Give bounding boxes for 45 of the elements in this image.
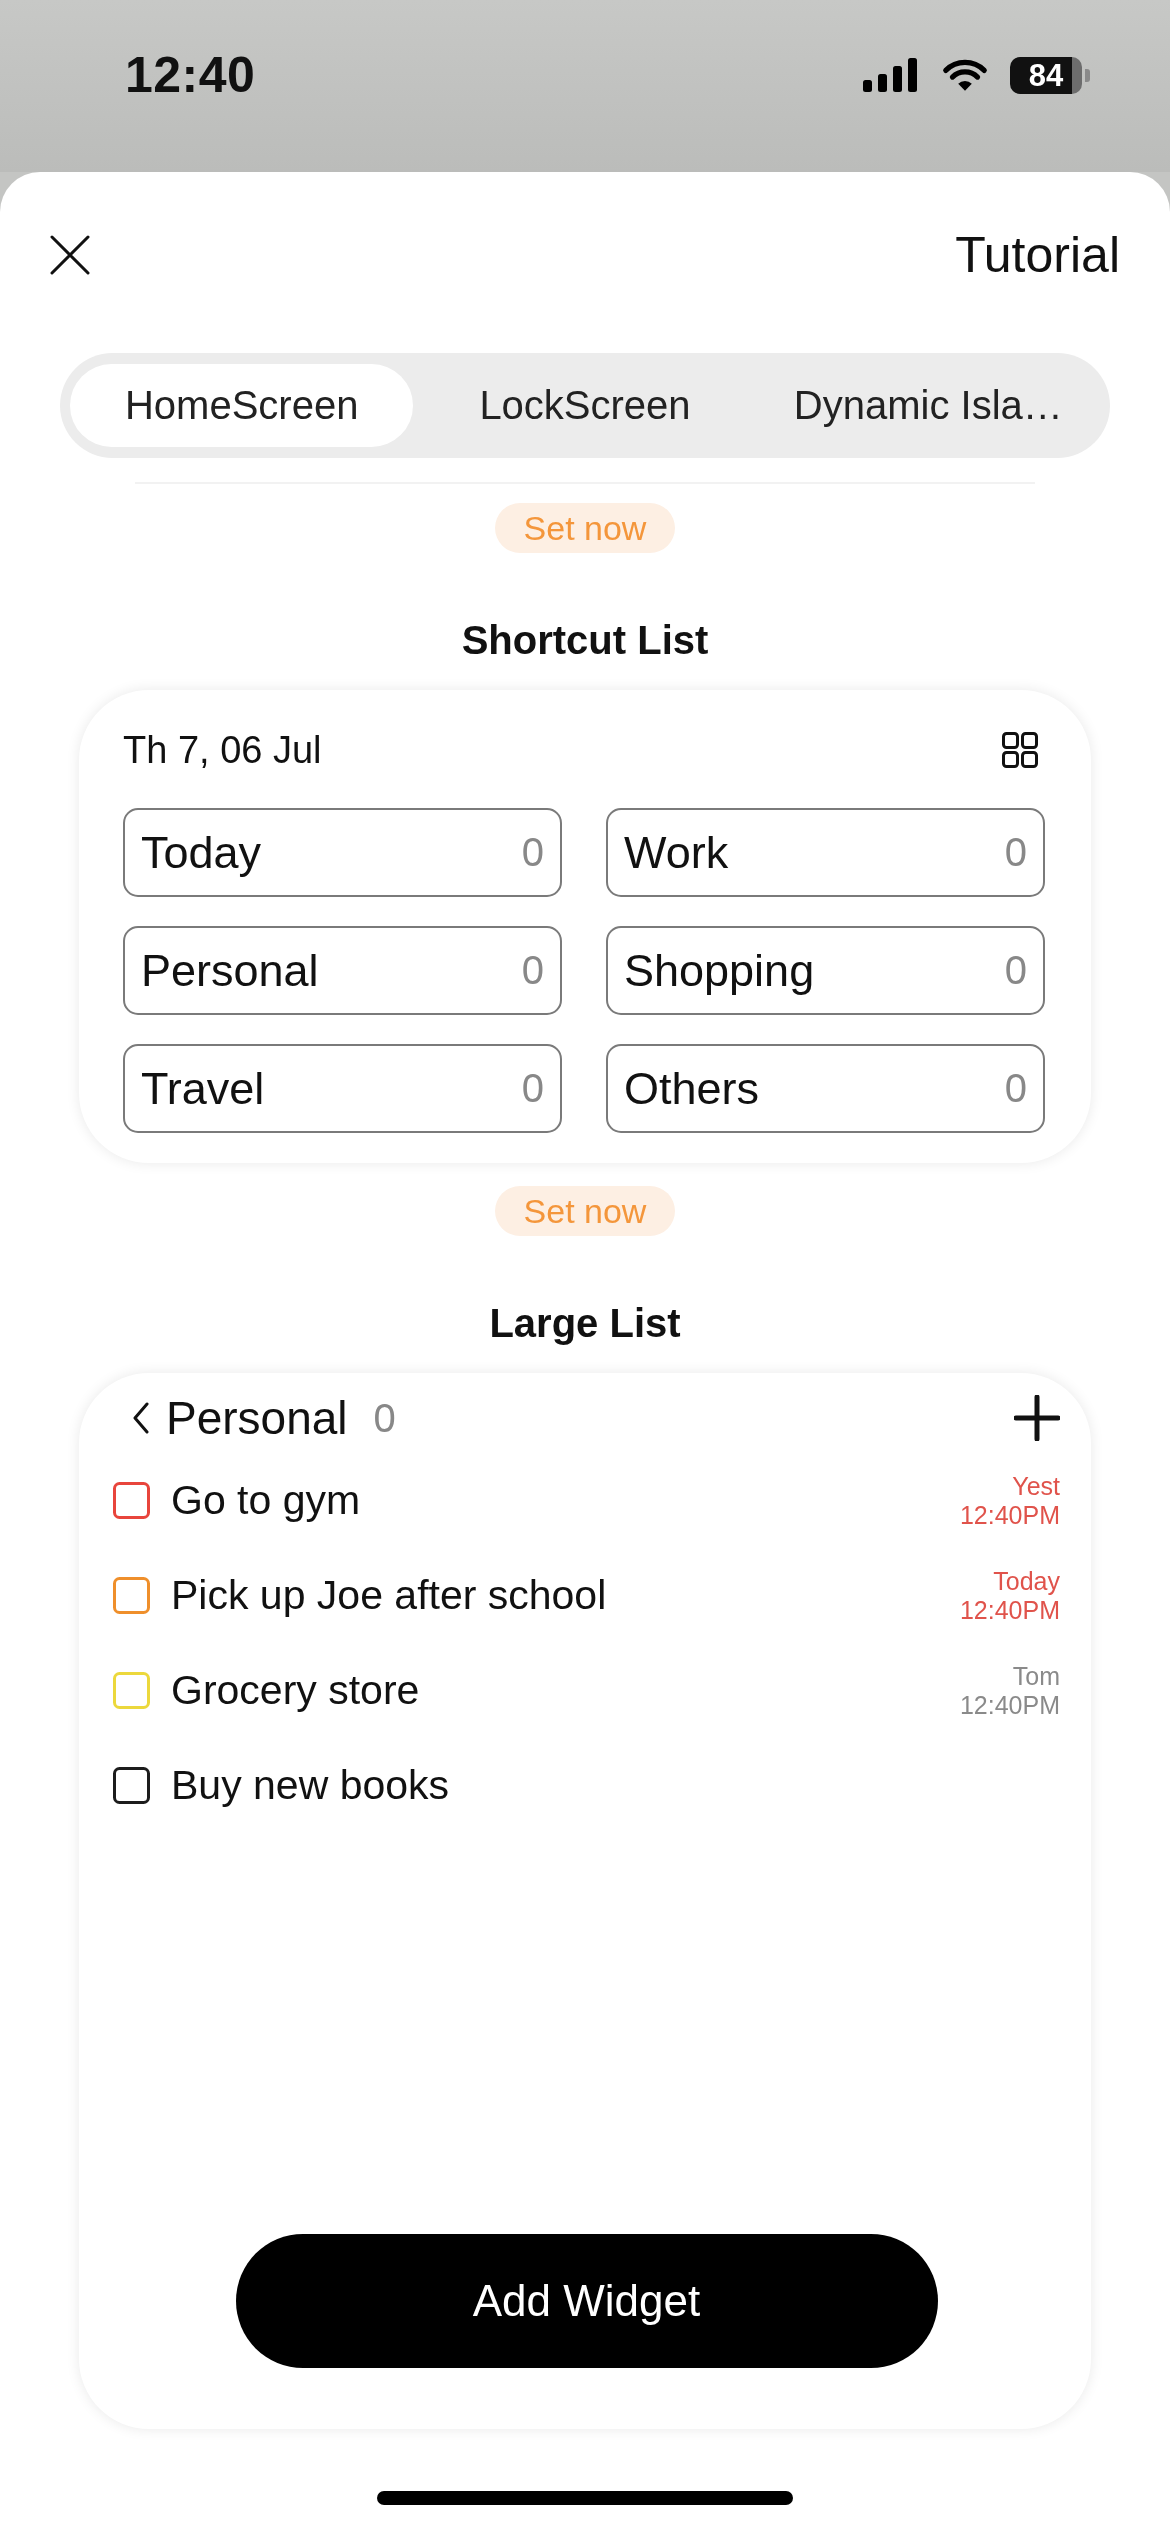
due-time: 12:40PM [959, 1595, 1060, 1625]
add-task-button[interactable] [1014, 1395, 1060, 1441]
item-count: 0 [1004, 830, 1027, 875]
item-count: 0 [1004, 1066, 1027, 1111]
list-count: 0 [373, 1395, 396, 1441]
due-day: Yest [1012, 1471, 1060, 1501]
grid-icon[interactable] [1002, 732, 1038, 768]
chevron-left-icon [132, 1402, 150, 1434]
task-checkbox[interactable] [113, 1767, 150, 1804]
item-count: 0 [521, 948, 544, 993]
item-count: 0 [521, 1066, 544, 1111]
status-time: 12:40 [125, 46, 256, 104]
due-time: 12:40PM [959, 1500, 1060, 1530]
task-checkbox[interactable] [113, 1577, 150, 1614]
shortcut-button[interactable]: Work 0 [606, 808, 1045, 897]
shortcut-button[interactable]: Travel 0 [123, 1044, 562, 1133]
due-time: 12:40PM [959, 1690, 1060, 1720]
plus-icon [1014, 1395, 1060, 1441]
task-title: Grocery store [171, 1667, 420, 1714]
tutorial-button[interactable]: Tutorial [955, 225, 1120, 285]
due-day: Today [993, 1566, 1060, 1596]
tab[interactable]: LockScreen [413, 364, 757, 447]
shortcut-button[interactable]: Others 0 [606, 1044, 1045, 1133]
shortcut-button[interactable]: Today 0 [123, 808, 562, 897]
section-title: Shortcut List [461, 617, 709, 664]
task-title: Go to gym [171, 1477, 361, 1524]
widget-date: Th 7, 06 Jul [123, 728, 322, 772]
item-count: 0 [521, 830, 544, 875]
section-title: Large List [489, 1300, 681, 1347]
tab[interactable]: Dynamic Isla… [756, 364, 1100, 447]
add-widget-button[interactable]: Add Widget [235, 2234, 938, 2368]
shortcut-button[interactable]: Personal 0 [123, 926, 562, 1015]
task-title: Buy new books [171, 1762, 450, 1809]
task-title: Pick up Joe after school [171, 1572, 607, 1619]
list-selector[interactable]: Personal [132, 1391, 348, 1445]
close-icon [50, 235, 90, 275]
item-count: 0 [1004, 948, 1027, 993]
signal-icon [862, 58, 920, 92]
close-button[interactable] [50, 235, 90, 275]
tab[interactable]: HomeScreen [70, 364, 414, 447]
task-checkbox[interactable] [113, 1482, 150, 1519]
due-day: Tom [1012, 1661, 1060, 1691]
wifi-icon [942, 58, 988, 92]
shortcut-button[interactable]: Shopping 0 [606, 926, 1045, 1015]
battery-indicator: 84 [1010, 56, 1090, 94]
